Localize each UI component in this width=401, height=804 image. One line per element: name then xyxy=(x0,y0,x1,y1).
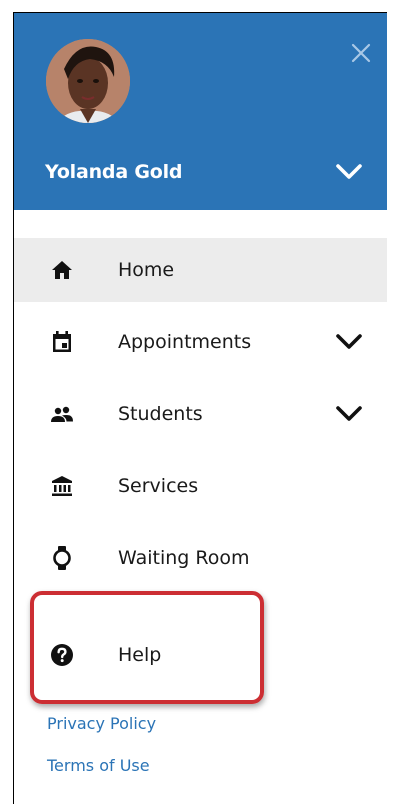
nav-item-home[interactable]: Home xyxy=(14,238,387,302)
nav-label-students: Students xyxy=(118,403,203,425)
chevron-down-icon[interactable] xyxy=(335,404,363,424)
close-icon xyxy=(351,43,371,63)
nav-item-help[interactable]: Help xyxy=(14,623,387,687)
profile-header: Yolanda Gold xyxy=(14,13,387,210)
nav-label-home: Home xyxy=(118,259,175,281)
nav-label-waiting-room: Waiting Room xyxy=(118,547,250,569)
nav-label-services: Services xyxy=(118,475,199,497)
nav-label-help: Help xyxy=(118,644,162,666)
nav-item-waiting-room[interactable]: Waiting Room xyxy=(14,526,387,590)
nav-label-appointments: Appointments xyxy=(118,331,252,353)
chevron-down-icon[interactable] xyxy=(335,332,363,352)
user-menu-toggle[interactable] xyxy=(335,161,363,183)
watch-icon xyxy=(50,546,74,570)
avatar xyxy=(46,39,130,123)
close-button[interactable] xyxy=(349,41,373,65)
navigation-drawer: Yolanda Gold Home Appointments Students … xyxy=(13,12,387,804)
calendar-icon xyxy=(50,330,74,354)
people-icon xyxy=(50,402,74,426)
terms-of-use-link[interactable]: Terms of Use xyxy=(47,756,150,775)
institution-icon xyxy=(50,474,74,498)
chevron-down-icon xyxy=(336,164,362,179)
nav-item-students[interactable]: Students xyxy=(14,382,387,446)
privacy-policy-link[interactable]: Privacy Policy xyxy=(47,714,156,733)
nav-item-appointments[interactable]: Appointments xyxy=(14,310,387,374)
user-name: Yolanda Gold xyxy=(45,161,183,183)
help-circle-icon xyxy=(50,643,74,667)
nav-item-services[interactable]: Services xyxy=(14,454,387,518)
home-icon xyxy=(50,258,74,282)
